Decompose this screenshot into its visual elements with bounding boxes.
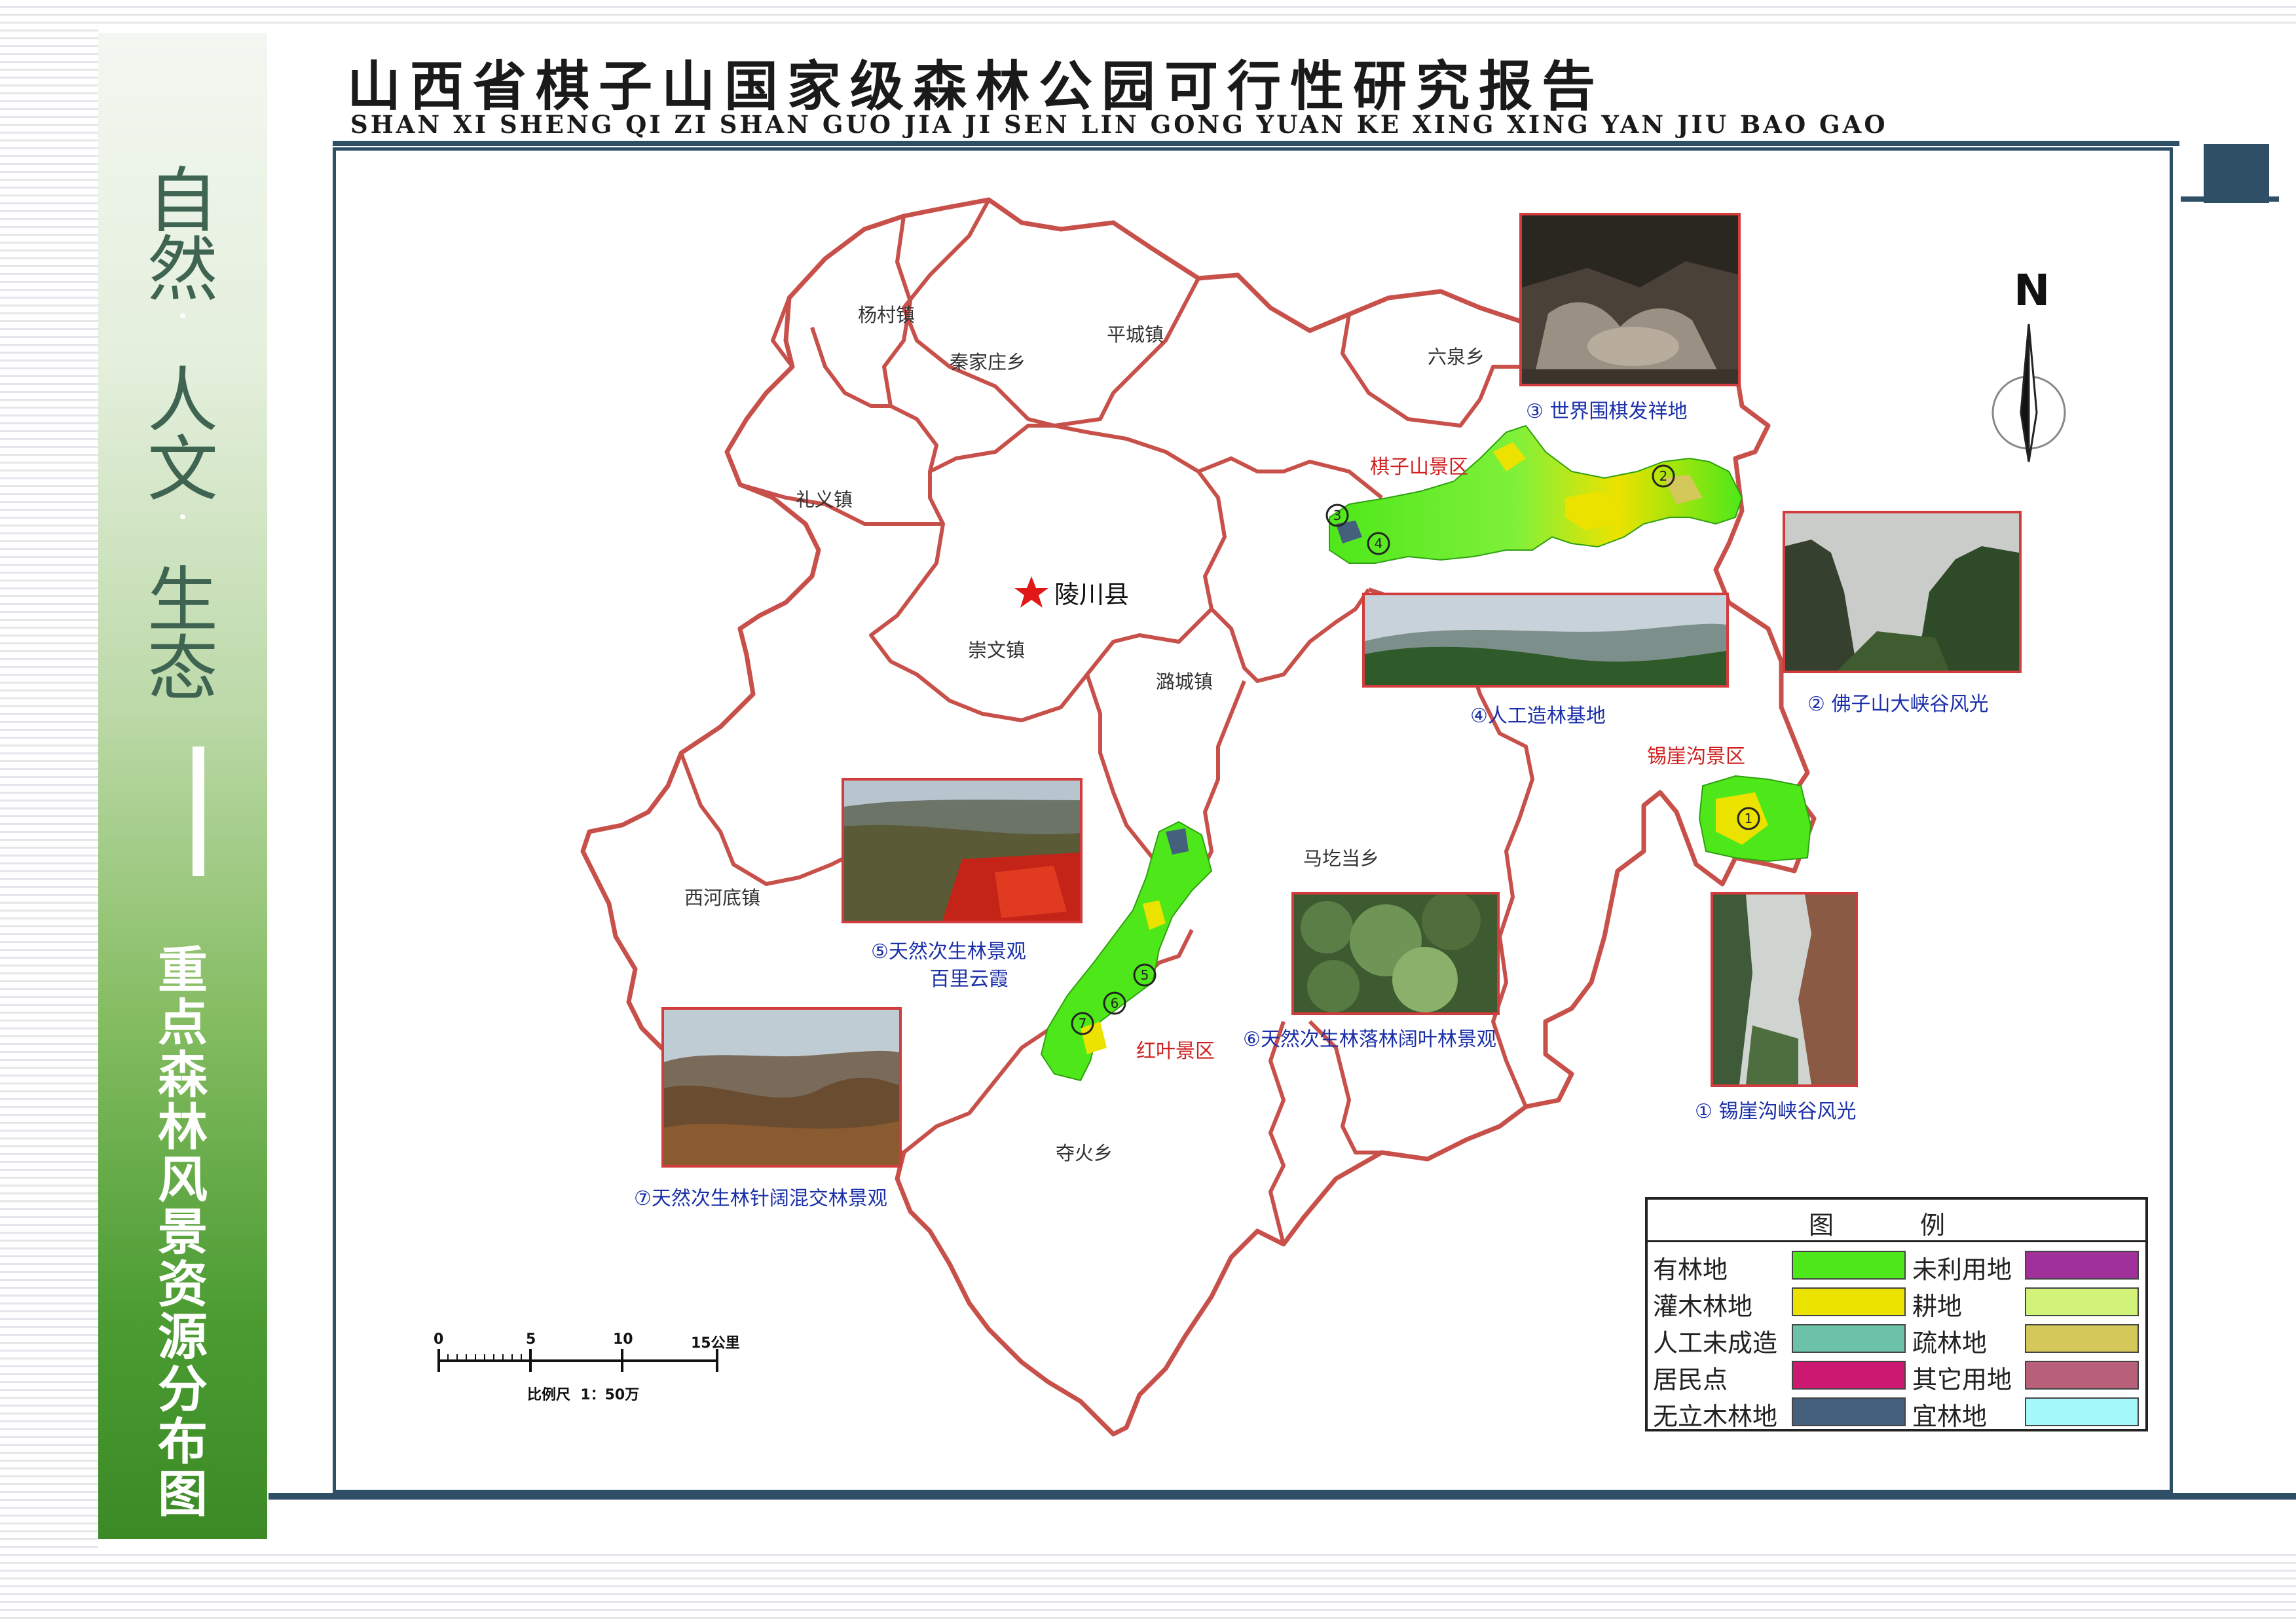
- photo-number: ①: [1695, 1100, 1713, 1123]
- scale-tick-label: 15公里: [691, 1335, 740, 1352]
- town-label: 杨村镇: [858, 304, 916, 326]
- photo-caption-text: 锡崖沟峡谷风光: [1718, 1100, 1857, 1123]
- photo-caption: ⑤天然次生林景观: [871, 935, 1026, 964]
- photo-caption: ⑥天然次生林落林阔叶林景观: [1243, 1023, 1496, 1052]
- legend-label: 居民点: [1653, 1365, 1728, 1394]
- photo-stone-sculpture: [1519, 213, 1741, 386]
- photo-caption: ③ 世界围棋发祥地: [1526, 395, 1687, 424]
- photo-number: ②: [1807, 693, 1825, 716]
- photo-caption-text: 人工造林基地: [1487, 705, 1606, 728]
- legend-label: 耕地: [1912, 1292, 1963, 1321]
- legend-row: 有林地 未利用地: [1648, 1247, 2145, 1284]
- photo-red-leaves: [842, 778, 1083, 923]
- town-label: 秦家庄乡: [950, 351, 1026, 373]
- scenic-area-label: 红叶景区: [1136, 1040, 1215, 1063]
- legend-swatch: [1792, 1324, 1906, 1353]
- scale-tick-label: 10: [613, 1331, 633, 1348]
- legend-label: 未利用地: [1912, 1255, 2012, 1284]
- north-label: N: [2014, 265, 2050, 316]
- legend-row: 居民点 其它用地: [1648, 1357, 2145, 1394]
- town-label: 马圪当乡: [1303, 847, 1380, 870]
- legend: 图 例 有林地 未利用地 灌木林地 耕地 人工未成造 疏林地 居民点 其它用地 …: [1645, 1197, 2148, 1431]
- site-marker-number: 5: [1141, 967, 1149, 983]
- legend-swatch: [1792, 1361, 1906, 1390]
- legend-swatch: [2025, 1397, 2139, 1426]
- legend-swatch: [2025, 1287, 2139, 1316]
- photo-canyon-cliffs: [1783, 511, 2022, 673]
- legend-row: 无立木林地 宜林地: [1648, 1393, 2145, 1431]
- photo-caption-line2: 百里云霞: [930, 968, 1009, 991]
- town-label: 夺火乡: [1056, 1142, 1113, 1164]
- photo-caption: ① 锡崖沟峡谷风光: [1695, 1095, 1856, 1124]
- photo-broadleaf-forest: [1291, 892, 1500, 1015]
- legend-label: 宜林地: [1912, 1402, 1988, 1431]
- town-label: 礼义镇: [796, 489, 853, 511]
- scenic-area-label: 棋子山景区: [1370, 456, 1468, 479]
- legend-label: 疏林地: [1912, 1329, 1988, 1357]
- legend-label: 灌木林地: [1653, 1292, 1753, 1321]
- legend-divider: [1648, 1240, 2145, 1242]
- photo-caption: ④人工造林基地: [1470, 699, 1606, 728]
- photo-caption-text: 世界围棋发祥地: [1549, 400, 1688, 423]
- photo-number: ⑥: [1243, 1028, 1261, 1051]
- site-marker-number: 6: [1111, 995, 1119, 1011]
- town-label: 六泉乡: [1428, 346, 1485, 368]
- town-label: 潞城镇: [1156, 671, 1213, 693]
- legend-swatch: [2025, 1324, 2139, 1353]
- photo-number: ③: [1526, 400, 1544, 423]
- legend-swatch: [2025, 1361, 2139, 1390]
- town-label: 崇文镇: [968, 639, 1026, 661]
- town-label: 平城镇: [1107, 323, 1164, 346]
- legend-swatch: [1792, 1287, 1906, 1316]
- site-marker-number: 7: [1079, 1016, 1087, 1031]
- legend-swatch: [2025, 1251, 2139, 1280]
- legend-swatch: [1792, 1397, 1906, 1426]
- legend-row: 人工未成造 疏林地: [1648, 1320, 2145, 1357]
- scale-tick-label: 5: [526, 1331, 536, 1348]
- legend-label: 有林地: [1653, 1255, 1728, 1284]
- legend-label: 人工未成造: [1653, 1329, 1778, 1357]
- scale-bar: [437, 1349, 718, 1372]
- photo-caption-text: 佛子山大峡谷风光: [1831, 693, 1989, 716]
- photo-number: ④: [1470, 705, 1488, 728]
- photo-gorge-mist: [1711, 892, 1858, 1087]
- site-marker-number: 1: [1745, 811, 1753, 826]
- site-marker-number: 2: [1659, 468, 1668, 484]
- photo-number: ⑦: [634, 1187, 652, 1210]
- town-label: 西河底镇: [684, 887, 761, 909]
- site-marker-number: 3: [1333, 507, 1342, 523]
- scenic-area-label: 锡崖沟景区: [1647, 745, 1745, 768]
- photo-caption: ② 佛子山大峡谷风光: [1807, 688, 1988, 716]
- legend-row: 灌木林地 耕地: [1648, 1283, 2145, 1321]
- scale-ratio-label: 比例尺 1：50万: [527, 1387, 640, 1403]
- legend-title: 图 例: [1808, 1211, 1985, 1240]
- site-marker-number: 4: [1375, 536, 1383, 551]
- photo-caption-text: 天然次生林景观: [888, 940, 1026, 963]
- legend-label: 其它用地: [1912, 1365, 2012, 1394]
- photo-caption: ⑦天然次生林针阔混交林景观: [634, 1182, 887, 1211]
- north-arrow: [1991, 323, 2066, 462]
- photo-number: ⑤: [871, 940, 889, 963]
- county-seat-label: 陵川县: [1054, 580, 1130, 609]
- photo-caption-text: 天然次生林落林阔叶林景观: [1260, 1028, 1496, 1051]
- scale-tick-label: 0: [434, 1331, 444, 1348]
- photo-caption-text: 天然次生林针阔混交林景观: [651, 1187, 887, 1210]
- photo-forest-hills: [1362, 593, 1729, 688]
- legend-swatch: [1792, 1251, 1906, 1280]
- legend-label: 无立木林地: [1653, 1402, 1778, 1431]
- photo-mixed-forest: [661, 1007, 902, 1168]
